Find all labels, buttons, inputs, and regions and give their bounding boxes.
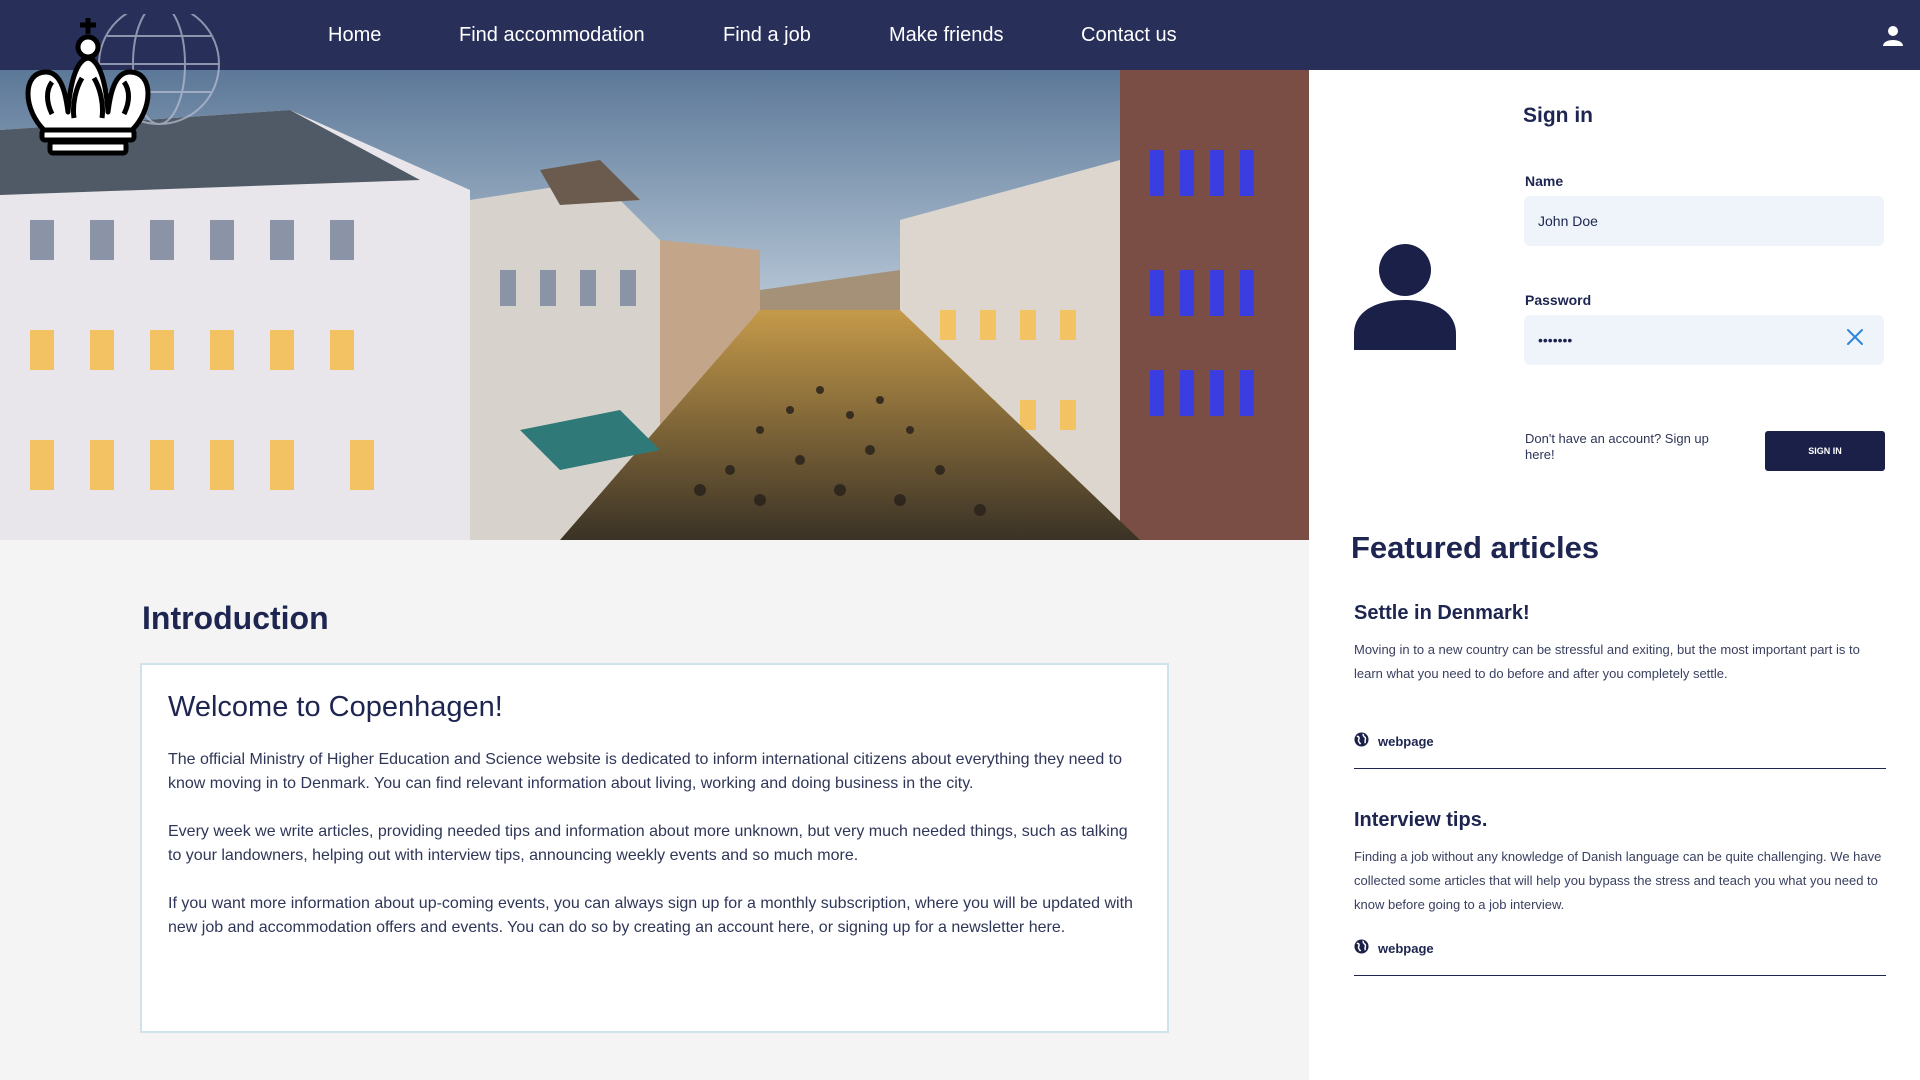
welcome-title: Welcome to Copenhagen! <box>168 691 503 723</box>
intro-paragraph-3: If you want more information about up-co… <box>168 895 1133 936</box>
article-link-label: webpage <box>1378 733 1434 749</box>
nav-find-a-job[interactable]: Find a job <box>723 0 811 70</box>
introduction-heading: Introduction <box>142 600 329 636</box>
name-label: Name <box>1525 173 1564 189</box>
close-icon[interactable] <box>1846 328 1864 346</box>
nav-make-friends[interactable]: Make friends <box>889 0 1004 70</box>
sign-up-link[interactable]: Don't have an account? Sign up here! <box>1525 431 1735 463</box>
article-text: Moving in to a new country can be stress… <box>1354 642 1860 681</box>
article-title: Settle in Denmark! <box>1354 602 1530 624</box>
article-title: Interview tips. <box>1354 809 1488 831</box>
sign-in-title: Sign in <box>1523 104 1593 127</box>
article-divider <box>1354 768 1886 769</box>
intro-paragraph-1: The official Ministry of Higher Educatio… <box>168 751 1123 792</box>
password-label: Password <box>1525 292 1592 308</box>
avatar-icon <box>1354 244 1456 350</box>
globe-icon <box>1354 732 1369 750</box>
right-sidebar: Sign in Name Password Don't have an acco… <box>1309 70 1920 1080</box>
sign-in-button[interactable]: SIGN IN <box>1765 431 1885 471</box>
article-card: Interview tips. Finding a job without an… <box>1354 809 1886 976</box>
top-navigation-bar: Home Find accommodation Find a job Make … <box>0 0 1920 70</box>
globe-icon <box>1354 939 1369 957</box>
name-input[interactable] <box>1524 196 1884 246</box>
featured-articles-heading: Featured articles <box>1351 530 1600 565</box>
nav-contact-us[interactable]: Contact us <box>1081 0 1177 70</box>
article-text: Finding a job without any knowledge of D… <box>1354 849 1882 912</box>
royal-crown-logo[interactable] <box>16 3 226 164</box>
article-divider <box>1354 975 1886 976</box>
nav-find-accommodation[interactable]: Find accommodation <box>459 0 645 70</box>
article-card: Settle in Denmark! Moving in to a new co… <box>1354 602 1886 769</box>
intro-paragraph-2: Every week we write articles, providing … <box>168 823 1128 864</box>
nav-home[interactable]: Home <box>328 0 381 70</box>
welcome-card: Welcome to Copenhagen! The official Mini… <box>140 663 1169 1033</box>
user-icon[interactable] <box>1880 22 1906 48</box>
article-webpage-link[interactable]: webpage <box>1354 732 1434 750</box>
password-input[interactable] <box>1524 315 1884 365</box>
article-link-label: webpage <box>1378 940 1434 956</box>
article-webpage-link[interactable]: webpage <box>1354 939 1434 957</box>
